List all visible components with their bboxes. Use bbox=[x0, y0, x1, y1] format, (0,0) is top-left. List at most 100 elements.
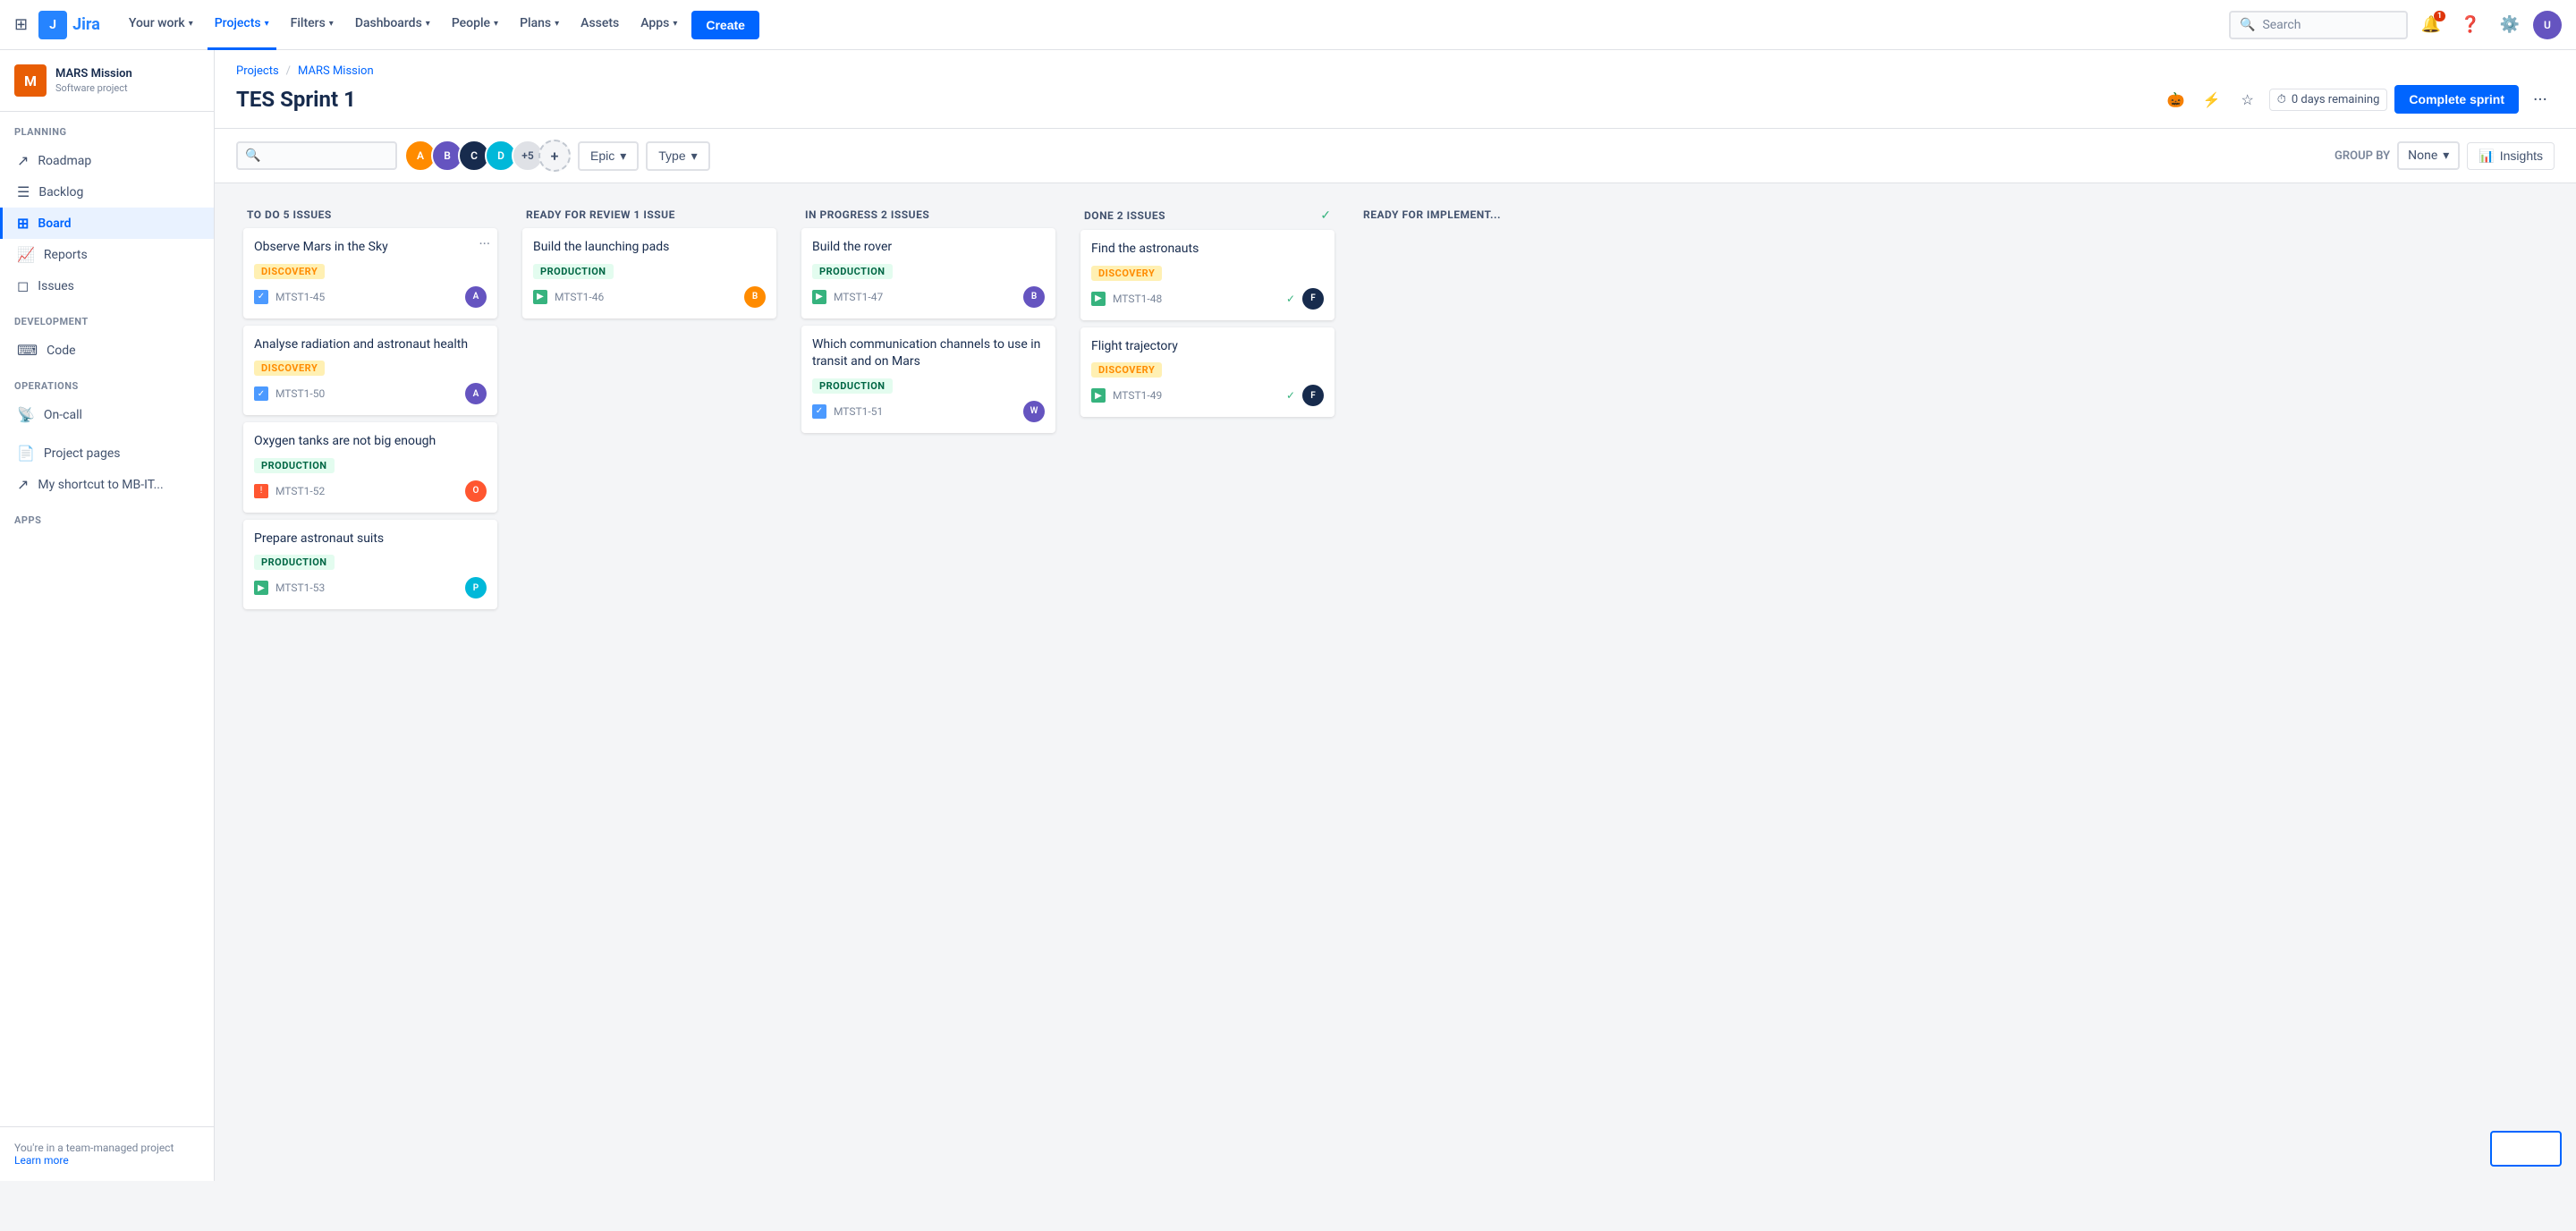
type-filter[interactable]: Type ▾ bbox=[646, 141, 709, 171]
breadcrumb: Projects / MARS Mission bbox=[236, 64, 2555, 78]
column-cards: Find the astronauts DISCOVERY ▶ MTST1-48… bbox=[1073, 230, 1342, 424]
assignee-avatar: B bbox=[744, 286, 766, 308]
complete-sprint-button[interactable]: Complete sprint bbox=[2394, 85, 2519, 114]
sidebar-item-shortcut[interactable]: ↗ My shortcut to MB-IT... bbox=[0, 469, 214, 500]
column-cards: Build the rover PRODUCTION ▶ MTST1-47 B … bbox=[794, 228, 1063, 440]
days-remaining-text: 0 days remaining bbox=[2292, 93, 2380, 106]
nav-plans[interactable]: Plans ▾ bbox=[513, 0, 566, 50]
issue-type-icon: ▶ bbox=[1091, 292, 1106, 306]
shortcut-icon: ↗ bbox=[17, 476, 29, 493]
notifications-button[interactable]: 🔔 1 bbox=[2415, 9, 2447, 41]
issue-id: MTST1-46 bbox=[555, 291, 737, 303]
bolt-icon[interactable]: ⚡ bbox=[2198, 85, 2226, 114]
nav-your-work[interactable]: Your work ▾ bbox=[122, 0, 200, 50]
card[interactable]: Prepare astronaut suits PRODUCTION ▶ MTS… bbox=[243, 520, 497, 610]
card-title: Build the launching pads bbox=[533, 239, 766, 257]
sidebar-item-project-pages[interactable]: 📄 Project pages bbox=[0, 437, 214, 469]
assignee-avatar: B bbox=[1023, 286, 1045, 308]
card[interactable]: Find the astronauts DISCOVERY ▶ MTST1-48… bbox=[1080, 230, 1335, 320]
nav-filters[interactable]: Filters ▾ bbox=[284, 0, 341, 50]
backlog-icon: ☰ bbox=[17, 183, 30, 200]
clock-icon: ⏱ bbox=[2277, 93, 2286, 106]
card[interactable]: Build the launching pads PRODUCTION ▶ MT… bbox=[522, 228, 776, 318]
issue-id: MTST1-51 bbox=[834, 405, 1016, 418]
nav-people[interactable]: People ▾ bbox=[445, 0, 505, 50]
issue-id: MTST1-52 bbox=[275, 485, 458, 497]
epic-filter[interactable]: Epic ▾ bbox=[578, 141, 639, 171]
card-title: Analyse radiation and astronaut health bbox=[254, 336, 487, 354]
search-placeholder: Search bbox=[2262, 18, 2301, 32]
nav-apps[interactable]: Apps ▾ bbox=[633, 0, 684, 50]
assignee-avatars: A B C D +5 + bbox=[404, 140, 571, 172]
create-button[interactable]: Create bbox=[691, 11, 759, 39]
top-nav: ⊞ J Jira Your work ▾ Projects ▾ Filters … bbox=[0, 0, 2576, 50]
insights-button[interactable]: 📊 Insights bbox=[2467, 142, 2555, 170]
chevron-down-icon: ▾ bbox=[691, 149, 698, 164]
chevron-down-icon: ▾ bbox=[329, 19, 334, 29]
help-button[interactable]: ❓ bbox=[2454, 9, 2487, 41]
card[interactable]: ··· Observe Mars in the Sky DISCOVERY ✓ … bbox=[243, 228, 497, 318]
board: TO DO 5 ISSUES ··· Observe Mars in the S… bbox=[215, 183, 2576, 1181]
assignee-avatar: A bbox=[465, 286, 487, 308]
notification-badge: 1 bbox=[2434, 11, 2445, 21]
board-search[interactable]: 🔍 bbox=[236, 141, 397, 170]
column-ready-implement: READY FOR IMPLEMENT... bbox=[1352, 198, 1621, 235]
breadcrumb-mars[interactable]: MARS Mission bbox=[298, 64, 374, 78]
sidebar: M MARS Mission Software project PLANNING… bbox=[0, 50, 215, 1181]
sidebar-item-oncall[interactable]: 📡 On-call bbox=[0, 399, 214, 430]
board-toolbar: 🔍 A B C D +5 + Epic ▾ Type ▾ GROUP BY bbox=[215, 129, 2576, 183]
nav-dashboards[interactable]: Dashboards ▾ bbox=[348, 0, 437, 50]
sidebar-item-board[interactable]: ⊞ Board bbox=[0, 208, 214, 239]
group-by-select[interactable]: None ▾ bbox=[2397, 141, 2460, 170]
user-avatar[interactable]: U bbox=[2533, 11, 2562, 39]
nav-projects[interactable]: Projects ▾ bbox=[208, 0, 276, 50]
sidebar-item-reports[interactable]: 📈 Reports bbox=[0, 239, 214, 270]
page-title: TES Sprint 1 bbox=[236, 87, 356, 112]
mini-map bbox=[2490, 1131, 2562, 1167]
card-menu-button[interactable]: ··· bbox=[479, 235, 490, 252]
column-cards: ··· Observe Mars in the Sky DISCOVERY ✓ … bbox=[236, 228, 504, 616]
column-title: READY FOR REVIEW 1 ISSUE bbox=[526, 208, 675, 221]
grid-icon[interactable]: ⊞ bbox=[14, 15, 28, 34]
oncall-icon: 📡 bbox=[17, 406, 35, 423]
nav-assets[interactable]: Assets bbox=[573, 0, 626, 50]
sidebar-item-backlog[interactable]: ☰ Backlog bbox=[0, 176, 214, 208]
chevron-down-icon: ▾ bbox=[2443, 149, 2449, 163]
sidebar-item-code[interactable]: ⌨ Code bbox=[0, 335, 214, 366]
card[interactable]: Build the rover PRODUCTION ▶ MTST1-47 B bbox=[801, 228, 1055, 318]
add-assignee-button[interactable]: + bbox=[538, 140, 571, 172]
card[interactable]: Which communication channels to use in t… bbox=[801, 326, 1055, 433]
code-icon: ⌨ bbox=[17, 342, 38, 359]
chevron-down-icon: ▾ bbox=[673, 19, 677, 29]
card-title: Which communication channels to use in t… bbox=[812, 336, 1045, 371]
chart-icon: 📊 bbox=[2479, 149, 2494, 164]
column-header: DONE 2 ISSUES ✓ bbox=[1073, 198, 1342, 230]
star-icon[interactable]: ☆ bbox=[2233, 85, 2262, 114]
sidebar-project[interactable]: M MARS Mission Software project bbox=[0, 50, 214, 112]
main-header: Projects / MARS Mission TES Sprint 1 🎃 ⚡… bbox=[215, 50, 2576, 129]
issue-id: MTST1-48 bbox=[1113, 293, 1279, 305]
done-check-icon: ✓ bbox=[1286, 293, 1295, 305]
card[interactable]: Flight trajectory DISCOVERY ▶ MTST1-49 ✓… bbox=[1080, 327, 1335, 418]
issue-id: MTST1-50 bbox=[275, 387, 458, 400]
card[interactable]: Analyse radiation and astronaut health D… bbox=[243, 326, 497, 416]
chevron-down-icon: ▾ bbox=[555, 19, 559, 29]
sidebar-item-roadmap[interactable]: ↗ Roadmap bbox=[0, 145, 214, 176]
development-section-label: DEVELOPMENT bbox=[0, 301, 214, 335]
search-box[interactable]: 🔍 Search bbox=[2229, 11, 2408, 39]
settings-button[interactable]: ⚙️ bbox=[2494, 9, 2526, 41]
jira-logo[interactable]: J Jira bbox=[38, 11, 100, 39]
card-tag: PRODUCTION bbox=[254, 458, 335, 473]
pumpkin-icon[interactable]: 🎃 bbox=[2162, 85, 2190, 114]
jira-logo-icon: J bbox=[38, 11, 67, 39]
sidebar-item-issues[interactable]: ◻ Issues bbox=[0, 270, 214, 301]
card-tag: DISCOVERY bbox=[254, 361, 325, 376]
breadcrumb-projects[interactable]: Projects bbox=[236, 64, 279, 78]
assignee-avatar: F bbox=[1302, 288, 1324, 310]
issue-type-icon: ▶ bbox=[812, 290, 826, 304]
card[interactable]: Oxygen tanks are not big enough PRODUCTI… bbox=[243, 422, 497, 513]
more-options-button[interactable]: ··· bbox=[2526, 85, 2555, 114]
issue-id: MTST1-45 bbox=[275, 291, 458, 303]
learn-more-link[interactable]: Learn more bbox=[14, 1154, 69, 1167]
card-title: Prepare astronaut suits bbox=[254, 531, 487, 548]
